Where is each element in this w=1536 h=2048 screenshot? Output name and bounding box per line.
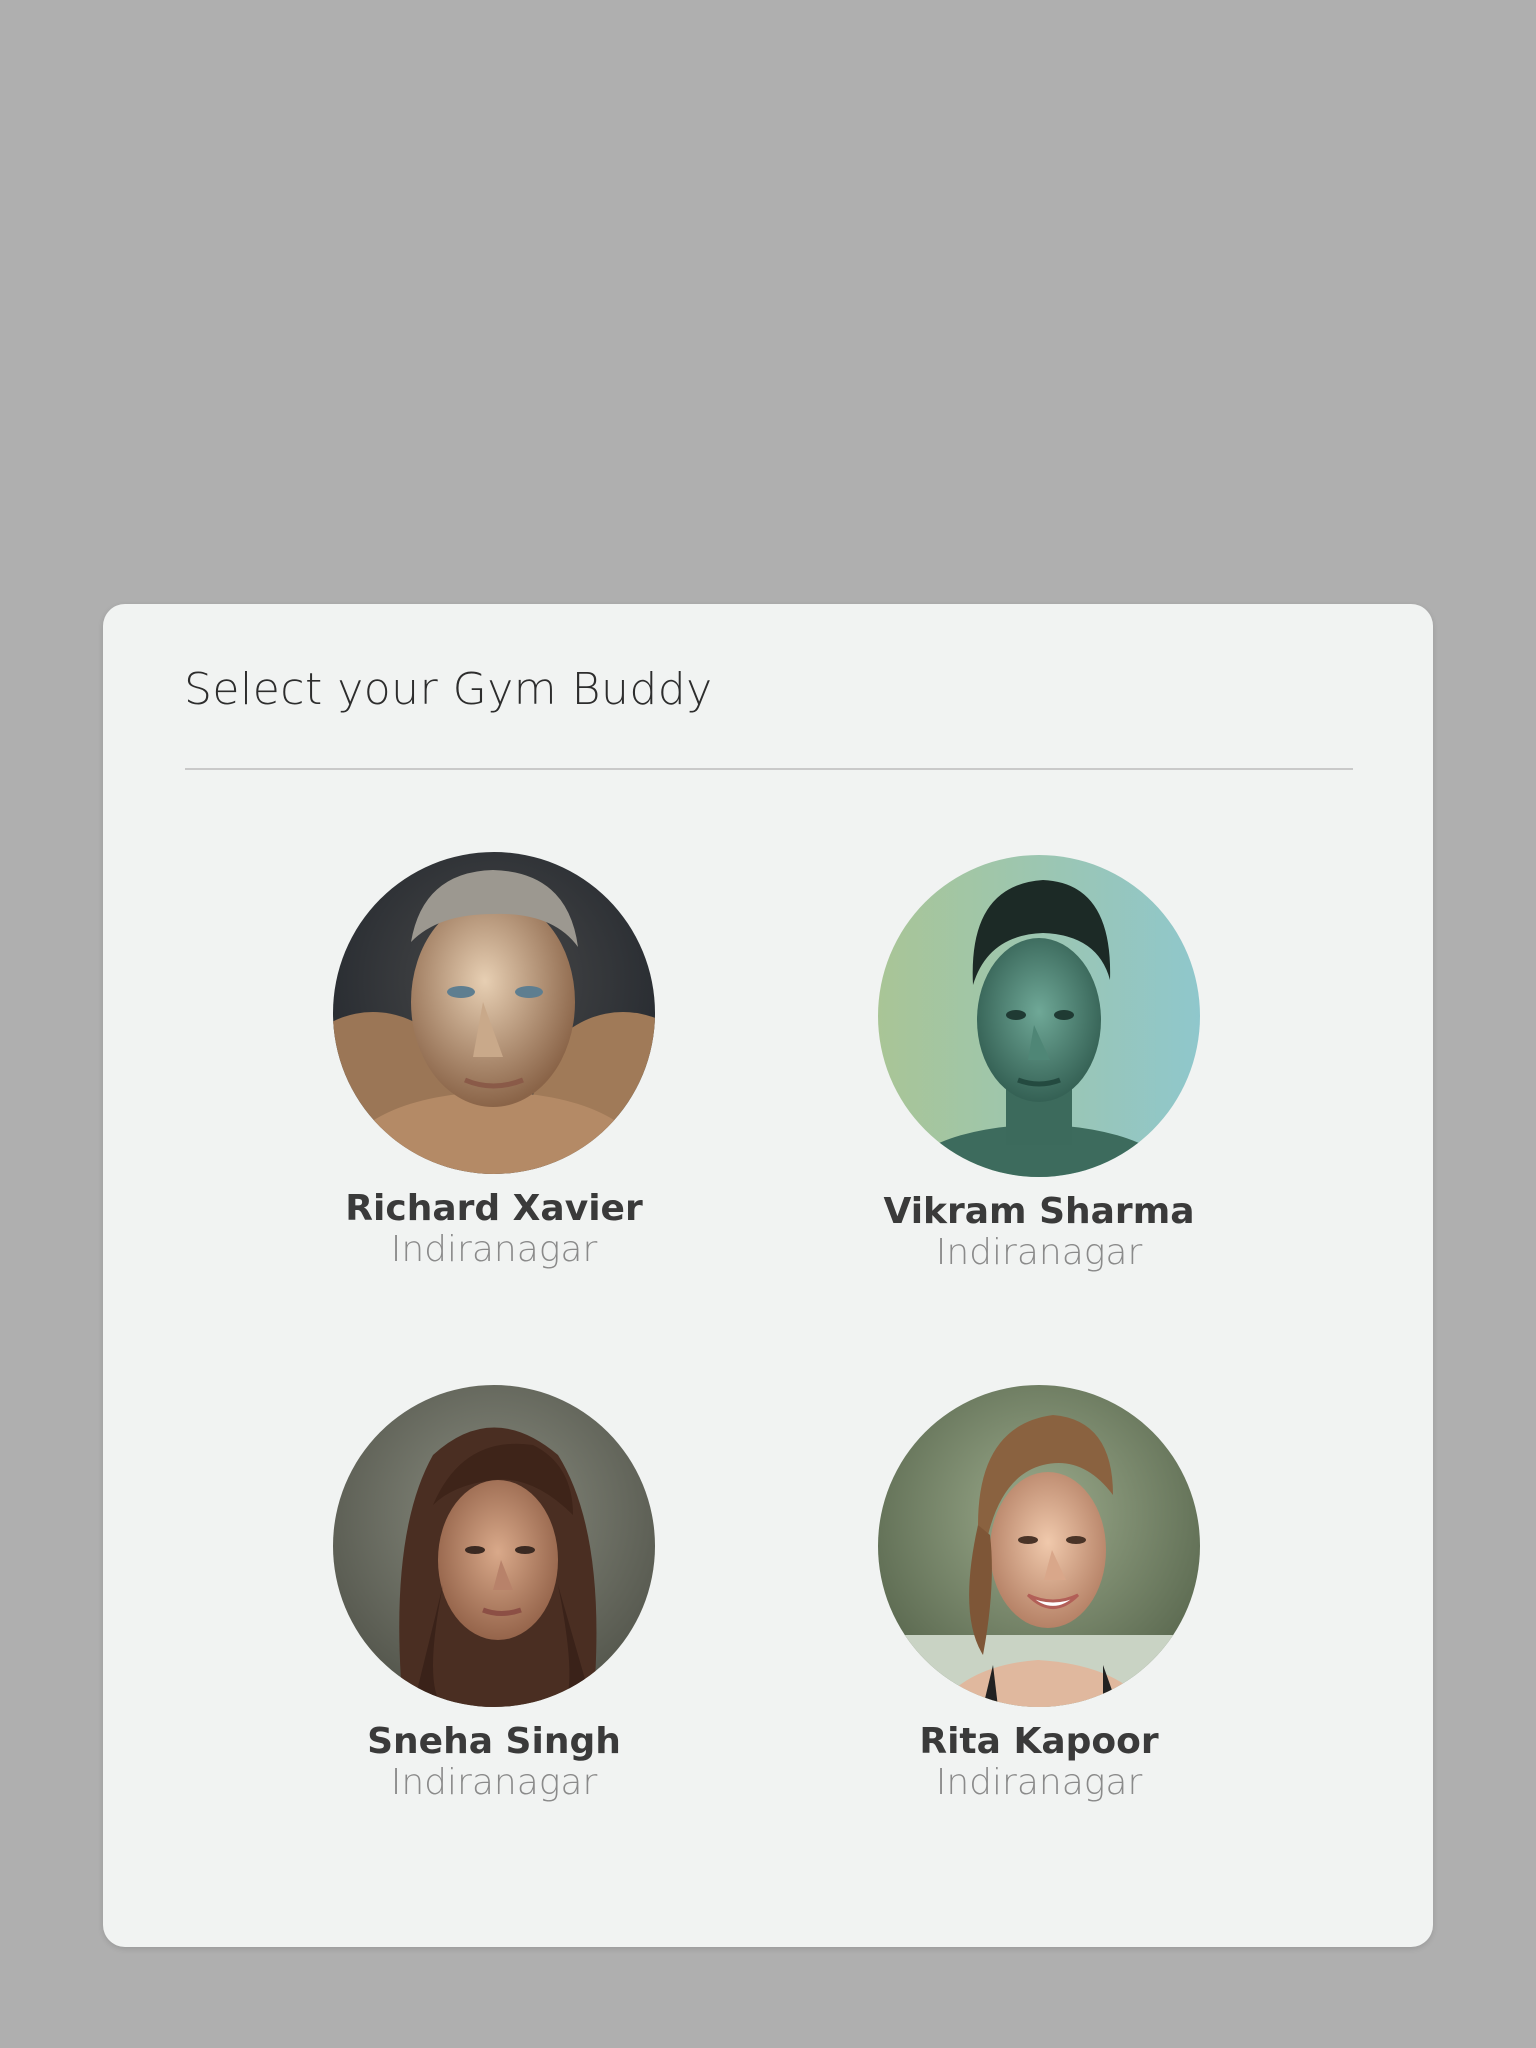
buddy-card-vikram-sharma[interactable]: Vikram Sharma Indiranagar — [829, 855, 1249, 1273]
avatar-rita-kapoor — [878, 1385, 1200, 1707]
buddy-name: Vikram Sharma — [883, 1191, 1195, 1232]
buddy-name: Sneha Singh — [367, 1721, 621, 1762]
buddy-name: Richard Xavier — [345, 1188, 643, 1229]
buddy-card-sneha-singh[interactable]: Sneha Singh Indiranagar — [284, 1385, 704, 1803]
buddy-card-rita-kapoor[interactable]: Rita Kapoor Indiranagar — [829, 1385, 1249, 1803]
buddy-card-richard-xavier[interactable]: Richard Xavier Indiranagar — [284, 852, 704, 1270]
title-divider — [185, 768, 1353, 770]
buddy-location: Indiranagar — [390, 1762, 598, 1803]
avatar-richard-xavier — [333, 852, 655, 1174]
woman-portrait-photo-icon — [878, 1385, 1200, 1707]
buddy-name: Rita Kapoor — [919, 1721, 1159, 1762]
buddy-location: Indiranagar — [935, 1232, 1143, 1273]
dialog-title: Select your Gym Buddy — [184, 664, 713, 715]
man-portrait-photo-icon — [333, 852, 655, 1174]
avatar-sneha-singh — [333, 1385, 655, 1707]
avatar-vikram-sharma — [878, 855, 1200, 1177]
woman-portrait-photo-icon — [333, 1385, 655, 1707]
buddy-location: Indiranagar — [935, 1762, 1143, 1803]
gym-buddy-dialog: Select your Gym Buddy Richard Xavier Ind… — [103, 604, 1433, 1947]
man-portrait-photo-icon — [878, 855, 1200, 1177]
buddy-location: Indiranagar — [390, 1229, 598, 1270]
